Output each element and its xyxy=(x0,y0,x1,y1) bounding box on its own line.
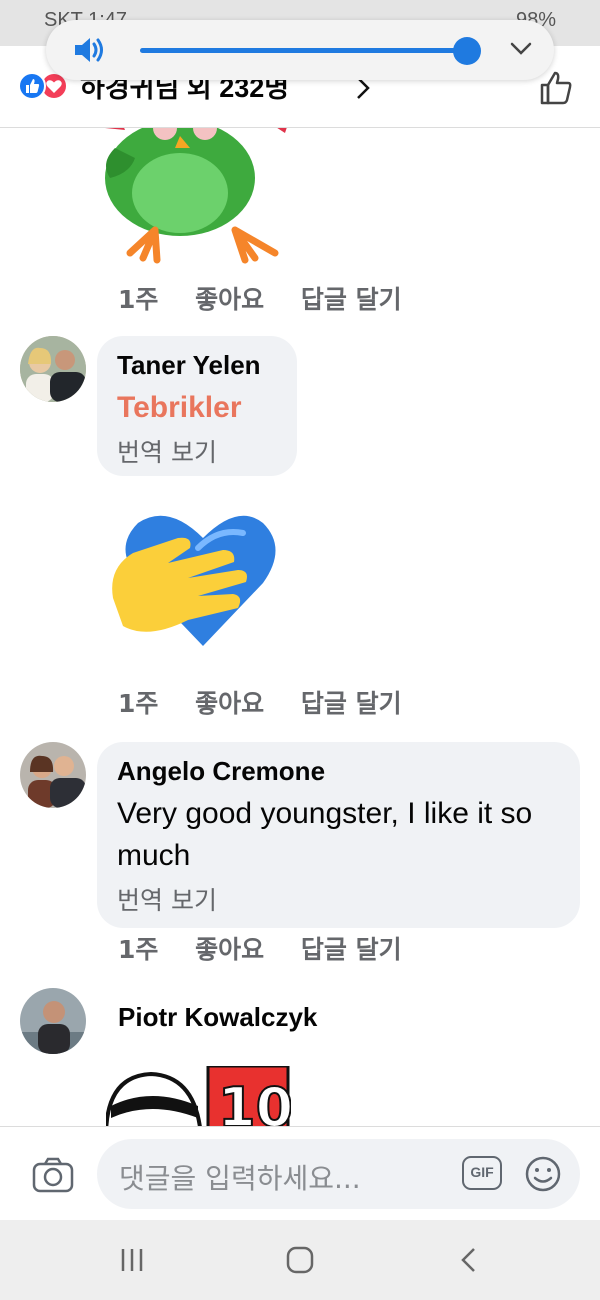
comment-author[interactable]: Angelo Cremone xyxy=(117,756,560,787)
chevron-down-icon[interactable] xyxy=(510,40,532,58)
like-comment-button[interactable]: 좋아요 xyxy=(195,689,264,718)
reply-comment-button[interactable]: 답글 달기 xyxy=(301,285,402,314)
speaker-icon[interactable] xyxy=(72,34,106,66)
avatar[interactable] xyxy=(20,336,86,402)
comment-author[interactable]: Taner Yelen xyxy=(117,350,277,381)
system-navigation-bar xyxy=(0,1220,600,1300)
volume-panel xyxy=(46,20,554,80)
volume-slider[interactable] xyxy=(140,37,481,65)
like-comment-button[interactable]: 좋아요 xyxy=(195,285,264,314)
volume-slider-thumb[interactable] xyxy=(452,37,481,65)
comment-text: Very good youngster, I like it so much xyxy=(117,797,533,872)
reply-comment-button[interactable]: 답글 달기 xyxy=(301,935,402,964)
comment-author[interactable]: Piotr Kowalczyk xyxy=(118,1002,317,1033)
comments-feed[interactable]: 1주 좋아요 답글 달기 Taner Yelen Tebrikler 번역 보기 xyxy=(0,128,600,1126)
like-comment-button[interactable]: 좋아요 xyxy=(195,935,264,964)
comment-input[interactable]: 댓글을 입력하세요... GIF xyxy=(97,1139,580,1209)
gif-button[interactable]: GIF xyxy=(462,1156,502,1190)
avatar[interactable] xyxy=(20,742,86,808)
home-icon[interactable] xyxy=(286,1246,314,1274)
emoji-icon[interactable] xyxy=(524,1155,562,1193)
comment-actions: 1주 좋아요 답글 달기 xyxy=(118,684,430,720)
parrot-sticker xyxy=(105,128,287,264)
svg-text:10: 10 xyxy=(218,1076,291,1126)
number-ten-sticker: 10 xyxy=(106,1066,291,1126)
comment-text: Tebrikler xyxy=(117,391,242,424)
recent-apps-icon[interactable] xyxy=(118,1246,146,1274)
avatar[interactable] xyxy=(20,988,86,1054)
see-translation-link[interactable]: 번역 보기 xyxy=(117,881,560,917)
comment-composer: 댓글을 입력하세요... GIF xyxy=(0,1126,600,1220)
comment-bubble[interactable]: Taner Yelen Tebrikler 번역 보기 xyxy=(97,336,297,476)
comment-actions: 1주 좋아요 답글 달기 xyxy=(118,280,430,316)
comment-bubble[interactable]: Angelo Cremone Very good youngster, I li… xyxy=(97,742,580,928)
camera-icon[interactable] xyxy=(32,1157,74,1193)
heart-hand-sticker xyxy=(112,515,276,646)
comment-actions: 1주 좋아요 답글 달기 xyxy=(118,930,430,966)
thumbs-up-icon[interactable] xyxy=(538,70,574,106)
like-reaction-icon xyxy=(18,72,46,100)
comment-time: 1주 xyxy=(118,285,159,314)
comment-time: 1주 xyxy=(118,935,159,964)
comment-input-placeholder: 댓글을 입력하세요... xyxy=(119,1162,361,1195)
back-icon[interactable] xyxy=(456,1246,484,1274)
volume-slider-fill xyxy=(140,48,467,53)
reply-comment-button[interactable]: 답글 달기 xyxy=(301,689,402,718)
see-translation-link[interactable]: 번역 보기 xyxy=(117,433,277,469)
comment-time: 1주 xyxy=(118,689,159,718)
